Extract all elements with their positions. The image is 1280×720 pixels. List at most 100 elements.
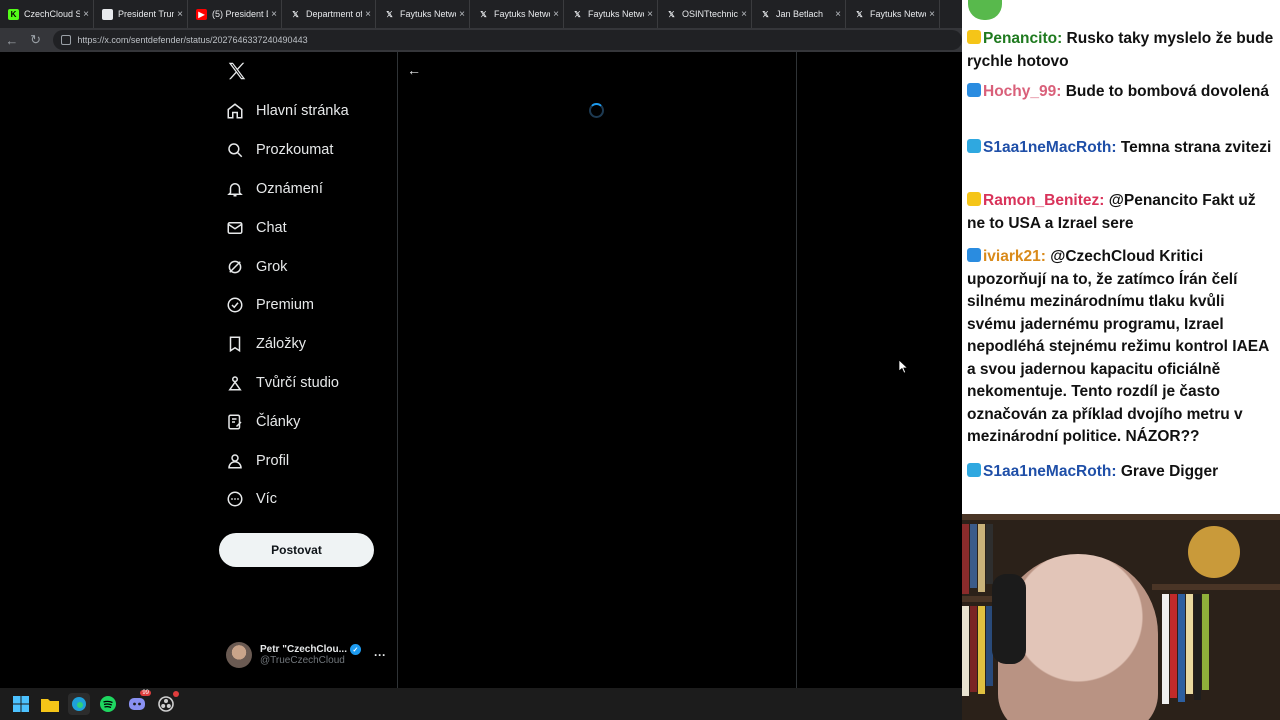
file-explorer-icon[interactable] xyxy=(39,693,61,715)
address-bar: ← ↻ https://x.com/sentdefender/status/20… xyxy=(0,28,962,52)
nav-item-premium[interactable]: Premium xyxy=(226,286,349,325)
tab-close-icon[interactable]: × xyxy=(459,9,465,20)
search-icon xyxy=(228,143,243,158)
browser-tab[interactable]: 𝕏 Faytuks Networ× xyxy=(376,0,470,28)
nav-item-label: Oznámení xyxy=(256,180,323,197)
nav-item-bookmark[interactable]: Záložky xyxy=(226,325,349,364)
nav-item-profile[interactable]: Profil xyxy=(226,441,349,480)
nav-item-label: Chat xyxy=(256,219,287,236)
nav-item-creator-studio[interactable]: Tvůrčí studio xyxy=(226,364,349,403)
chat-text: Bude to bombová dovolená xyxy=(1065,83,1269,100)
loading-spinner xyxy=(589,103,604,118)
chat-username: Penancito xyxy=(983,30,1058,47)
x-icon: 𝕏 xyxy=(762,9,769,19)
tab-close-icon[interactable]: × xyxy=(553,9,559,20)
tab-title: Faytuks Networ xyxy=(400,9,456,19)
tab-close-icon[interactable]: × xyxy=(271,9,277,20)
x-icon: 𝕏 xyxy=(856,9,863,19)
subscriber-badge-icon xyxy=(967,83,981,97)
more-options-icon[interactable]: ··· xyxy=(374,648,386,662)
tab-close-icon[interactable]: × xyxy=(365,9,371,20)
tab-title: Jan Betlach xyxy=(776,9,824,19)
screen: KCzechCloud Str×President Trump× ▶ (5) Pre… xyxy=(0,0,1280,720)
chat-text: Grave Digger xyxy=(1120,463,1219,480)
nav-item-articles[interactable]: Články xyxy=(226,402,349,441)
main-column: ← xyxy=(397,52,797,688)
browser-window: KCzechCloud Str×President Trump× ▶ (5) Pre… xyxy=(0,0,962,688)
home-icon xyxy=(227,103,243,119)
subscriber-badge-icon xyxy=(967,139,981,153)
chat-message: Hochy_99: Bude to bombová dovolená xyxy=(967,81,1277,104)
tab-title: (5) President Do xyxy=(212,9,268,19)
browser-tab[interactable]: ▶ (5) President Do× xyxy=(188,0,282,28)
grok-icon xyxy=(228,260,242,273)
bell-icon xyxy=(227,182,243,197)
nav-item-home[interactable]: Hlavní stránka xyxy=(226,92,349,131)
chat-message: iviark21: @CzechCloud Kritici upozorňují… xyxy=(967,248,1269,445)
back-icon[interactable]: ← xyxy=(0,28,24,52)
mail-icon xyxy=(227,221,243,234)
chat-username: S1aa1neMacRoth xyxy=(983,139,1112,156)
left-navigation: Hlavní stránka Prozkoumat Oznámení Chat Grok… xyxy=(218,52,396,688)
chat-avatar-emote-icon xyxy=(968,0,1002,20)
account-handle: @TrueCzechCloud xyxy=(260,655,345,666)
tab-close-icon[interactable]: × xyxy=(741,9,747,20)
subscriber-badge-icon xyxy=(967,463,981,477)
nav-item-grok[interactable]: Grok xyxy=(226,247,349,286)
x-icon: 𝕏 xyxy=(574,9,581,19)
kick-icon: K xyxy=(8,8,19,20)
youtube-icon: ▶ xyxy=(196,8,207,20)
x-icon: 𝕏 xyxy=(480,9,487,19)
url-field[interactable]: https://x.com/sentdefender/status/202764… xyxy=(53,30,962,50)
obs-icon[interactable] xyxy=(155,691,179,715)
browser-tab[interactable]: 𝕏 Faytuks Networ× xyxy=(564,0,658,28)
nav-item-label: Profil xyxy=(256,452,290,469)
tab-title: OSINTtechnical xyxy=(682,9,739,19)
back-arrow-icon[interactable]: ← xyxy=(407,62,421,78)
edge-browser-icon[interactable] xyxy=(68,693,90,715)
notification-badge: 99 xyxy=(140,690,151,696)
account-name: Petr "CzechClou... xyxy=(260,644,347,655)
subscriber-badge-icon xyxy=(967,248,981,262)
stream-chat-overlay: Penancito: Rusko taky myslelo že bude ry… xyxy=(962,0,1280,514)
globe xyxy=(1188,526,1240,578)
discord-icon[interactable]: 99 xyxy=(126,690,151,715)
chat-text: Temna strana zvitezi xyxy=(1120,139,1272,156)
recording-badge xyxy=(173,691,179,697)
x-icon: 𝕏 xyxy=(386,9,393,19)
post-button[interactable]: Postovat xyxy=(219,533,374,567)
tab-close-icon[interactable]: × xyxy=(647,9,653,20)
account-switcher[interactable]: Petr "CzechClou... ✓ @TrueCzechCloud ··· xyxy=(226,638,386,672)
verified-icon: ✓ xyxy=(349,644,361,655)
nav-item-label: Prozkoumat xyxy=(256,142,334,159)
tab-close-icon[interactable]: × xyxy=(835,9,841,20)
browser-tab[interactable]: K CzechCloud Str× xyxy=(0,0,94,28)
subscriber-badge-icon xyxy=(967,192,981,206)
tab-close-icon[interactable]: × xyxy=(83,9,89,20)
tab-title: Faytuks Networ xyxy=(494,9,550,19)
page-icon xyxy=(102,8,113,20)
x-logo-icon[interactable] xyxy=(226,60,248,82)
nav-item-bell[interactable]: Oznámení xyxy=(226,170,349,209)
nav-item-mail[interactable]: Chat xyxy=(226,208,349,247)
tab-close-icon[interactable]: × xyxy=(177,9,183,20)
chat-username: iviark21 xyxy=(983,248,1041,265)
browser-tab[interactable]: 𝕏 OSINTtechnical× xyxy=(658,0,752,28)
reload-icon[interactable]: ↻ xyxy=(24,28,48,52)
nav-item-search[interactable]: Prozkoumat xyxy=(226,131,349,170)
x-icon: 𝕏 xyxy=(668,9,675,19)
browser-tab[interactable]: President Trump× xyxy=(94,0,188,28)
nav-item-more[interactable]: Víc xyxy=(226,480,349,519)
site-info-icon[interactable] xyxy=(61,35,72,45)
windows-start-icon[interactable] xyxy=(10,693,32,715)
nav-item-label: Premium xyxy=(256,297,315,314)
chat-username: Ramon_Benitez xyxy=(983,192,1100,209)
chat-username: S1aa1neMacRoth xyxy=(983,463,1112,480)
browser-tab[interactable]: 𝕏 Department of × xyxy=(282,0,376,28)
browser-tab[interactable]: 𝕏 Faytuks Networ× xyxy=(846,0,940,28)
browser-tab[interactable]: 𝕏 Jan Betlach × xyxy=(752,0,846,28)
browser-tab[interactable]: 𝕏 Faytuks Networ× xyxy=(470,0,564,28)
spotify-icon[interactable] xyxy=(97,693,119,715)
tab-close-icon[interactable]: × xyxy=(929,9,935,20)
nav-item-label: Záložky xyxy=(256,336,306,353)
